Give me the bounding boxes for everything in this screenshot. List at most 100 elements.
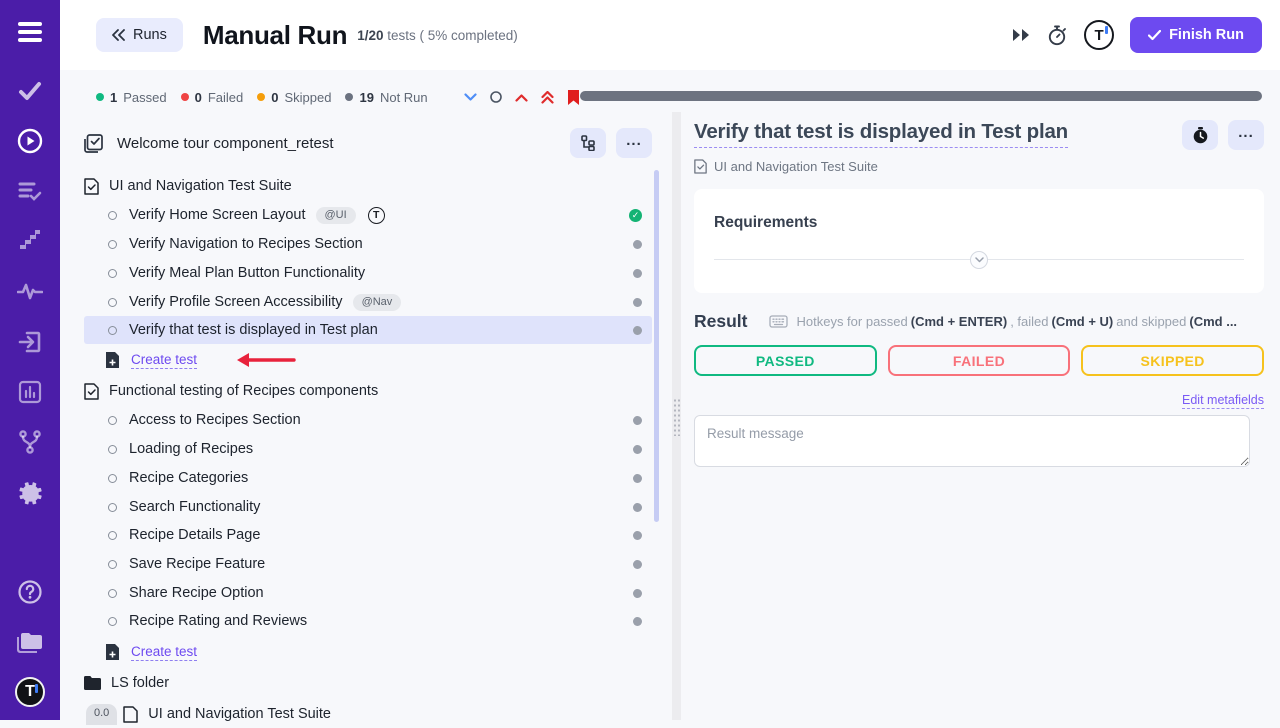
radio-icon[interactable] <box>108 589 117 598</box>
test-row[interactable]: Share Recipe Option <box>84 579 652 607</box>
test-row-selected[interactable]: Verify that test is displayed in Test pl… <box>84 316 652 344</box>
folders-icon[interactable] <box>0 628 60 656</box>
document-check-icon <box>694 159 707 174</box>
suite-row[interactable]: Functional testing of Recipes components <box>84 377 652 405</box>
status-notrun-icon <box>633 503 642 512</box>
play-circle-icon[interactable] <box>0 127 60 155</box>
suite-label: Functional testing of Recipes components <box>109 383 378 399</box>
steps-icon[interactable] <box>0 228 60 254</box>
test-row[interactable]: Verify Profile Screen Accessibility @Nav <box>84 288 652 316</box>
keyboard-icon <box>769 315 788 328</box>
radio-icon[interactable] <box>108 298 117 307</box>
test-label: Verify Profile Screen Accessibility <box>129 294 343 310</box>
status-notrun-icon <box>633 531 642 540</box>
failed-dot-icon <box>181 93 189 101</box>
radio-icon[interactable] <box>108 326 117 335</box>
stat-notrun: 19Not Run <box>345 90 427 105</box>
skipped-button[interactable]: SKIPPED <box>1081 345 1264 376</box>
test-label: Search Functionality <box>129 499 260 515</box>
timer-button[interactable] <box>1182 120 1218 150</box>
test-row[interactable]: Verify Home Screen Layout @UI T ✓ <box>84 201 652 229</box>
test-tree: UI and Navigation Test Suite Verify Home… <box>84 170 652 726</box>
logo-letter: T <box>25 683 35 701</box>
suite-row[interactable]: 0.0 UI and Navigation Test Suite <box>84 700 652 728</box>
account-logo[interactable]: T <box>1084 20 1114 50</box>
stopwatch-icon[interactable] <box>1046 24 1068 46</box>
test-row[interactable]: Recipe Rating and Reviews <box>84 607 652 635</box>
folder-row[interactable]: LS folder <box>84 669 652 697</box>
stat-skipped: 0Skipped <box>257 90 331 105</box>
import-icon[interactable] <box>0 328 60 356</box>
test-row[interactable]: Recipe Categories <box>84 464 652 492</box>
suite-row[interactable]: UI and Navigation Test Suite <box>84 172 652 200</box>
bookmark-icon[interactable] <box>567 90 580 105</box>
help-icon[interactable] <box>0 578 60 606</box>
radio-icon[interactable] <box>108 503 117 512</box>
chevron-up-icon[interactable] <box>515 93 528 102</box>
finish-run-button[interactable]: Finish Run <box>1130 17 1262 53</box>
app-sidebar: T <box>0 0 60 720</box>
gear-icon[interactable] <box>0 478 60 508</box>
test-row[interactable]: Access to Recipes Section <box>84 406 652 434</box>
radio-icon[interactable] <box>108 531 117 540</box>
circle-icon[interactable] <box>490 91 502 103</box>
double-chevron-up-icon[interactable] <box>541 91 554 104</box>
create-test-link[interactable]: Create test <box>131 644 197 661</box>
test-label: Save Recipe Feature <box>129 556 265 572</box>
hierarchy-view-button[interactable] <box>570 128 606 158</box>
detail-more-button[interactable]: ... <box>1228 120 1264 150</box>
brand-logo[interactable]: T <box>0 676 60 708</box>
status-notrun-icon <box>633 560 642 569</box>
tree-scrollbar[interactable] <box>654 170 659 522</box>
result-message-input[interactable] <box>694 415 1250 467</box>
double-chevron-left-icon <box>112 29 125 41</box>
back-to-runs-button[interactable]: Runs <box>96 18 183 52</box>
checklist-icon <box>84 134 103 153</box>
fast-forward-icon[interactable] <box>1012 28 1030 42</box>
test-row[interactable]: Search Functionality <box>84 493 652 521</box>
suite-label: UI and Navigation Test Suite <box>109 178 292 194</box>
radio-icon[interactable] <box>108 211 117 220</box>
failed-button[interactable]: FAILED <box>888 345 1071 376</box>
status-notrun-icon <box>633 240 642 249</box>
list-check-icon[interactable] <box>0 178 60 204</box>
radio-icon[interactable] <box>108 416 117 425</box>
create-test-link[interactable]: Create test <box>131 352 197 369</box>
passed-button[interactable]: PASSED <box>694 345 877 376</box>
suite-breadcrumb[interactable]: UI and Navigation Test Suite <box>694 159 1264 174</box>
radio-icon[interactable] <box>108 269 117 278</box>
check-icon[interactable] <box>0 78 60 104</box>
test-row[interactable]: Save Recipe Feature <box>84 550 652 578</box>
tag-badge: @Nav <box>353 294 402 311</box>
folder-icon <box>84 676 101 690</box>
panel-splitter[interactable] <box>672 112 681 720</box>
radio-icon[interactable] <box>108 617 117 626</box>
bar-chart-icon[interactable] <box>0 379 60 405</box>
hamburger-icon[interactable] <box>0 18 60 46</box>
radio-icon[interactable] <box>108 560 117 569</box>
test-row[interactable]: Verify Meal Plan Button Functionality <box>84 259 652 287</box>
status-notrun-icon <box>633 445 642 454</box>
chevron-down-icon[interactable] <box>464 93 477 102</box>
document-check-icon <box>84 383 99 400</box>
tree-more-button[interactable]: ... <box>616 128 652 158</box>
test-row[interactable]: Recipe Details Page <box>84 521 652 549</box>
pulse-icon[interactable] <box>0 278 60 304</box>
status-passed-icon: ✓ <box>629 209 642 222</box>
test-title[interactable]: Verify that test is displayed in Test pl… <box>694 120 1068 148</box>
page-title: Manual Run <box>203 20 347 51</box>
test-row[interactable]: Loading of Recipes <box>84 435 652 463</box>
create-test-row[interactable]: Create test <box>84 346 652 374</box>
test-row[interactable]: Verify Navigation to Recipes Section <box>84 230 652 258</box>
check-icon <box>1148 30 1161 41</box>
create-test-row[interactable]: Create test <box>84 638 652 666</box>
edit-metafields-link[interactable]: Edit metafields <box>1182 393 1264 409</box>
radio-icon[interactable] <box>108 445 117 454</box>
radio-icon[interactable] <box>108 240 117 249</box>
folder-label: LS folder <box>111 675 169 691</box>
result-title: Result <box>694 311 747 332</box>
radio-icon[interactable] <box>108 474 117 483</box>
ellipsis-icon: ... <box>626 132 642 149</box>
branch-icon[interactable] <box>0 429 60 455</box>
expand-chevron-icon[interactable] <box>970 251 988 269</box>
